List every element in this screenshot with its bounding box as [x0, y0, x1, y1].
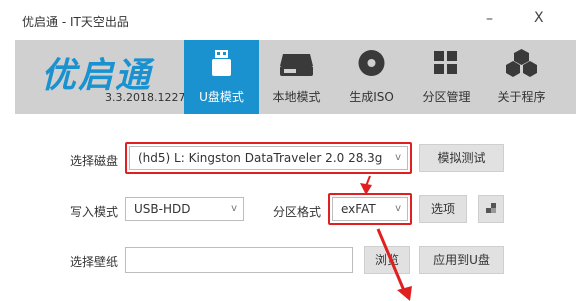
arrow-down-to-apply: [376, 228, 407, 294]
arrow-head-to-apply: [397, 286, 412, 301]
arrow-head-to-format: [360, 183, 372, 195]
annotation-arrows: [360, 175, 412, 301]
